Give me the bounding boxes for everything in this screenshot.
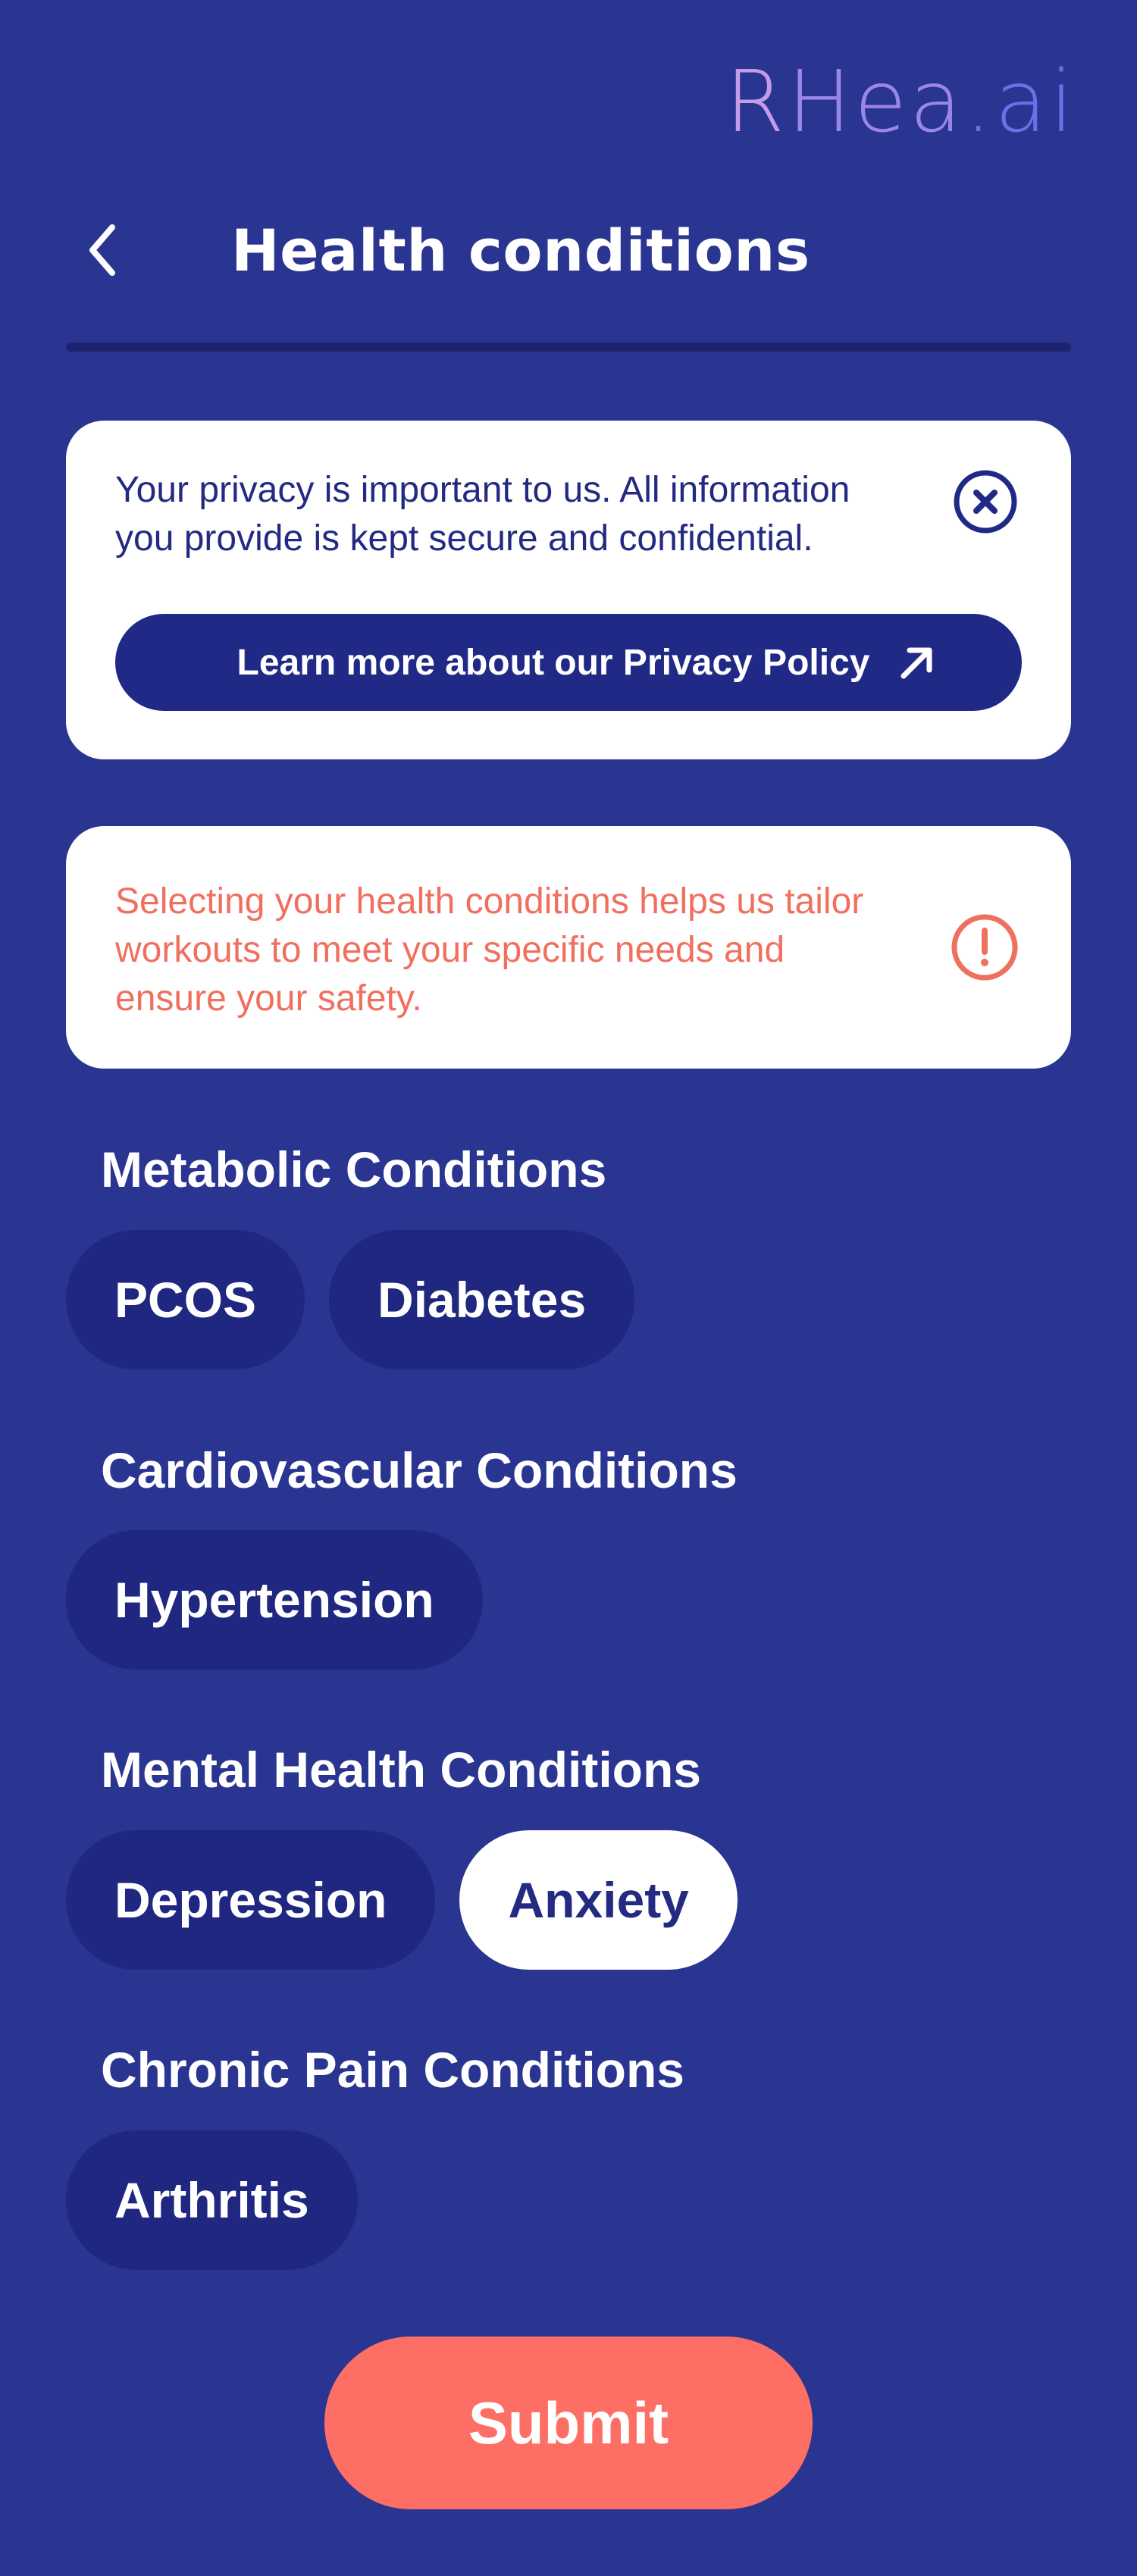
privacy-policy-button[interactable]: Learn more about our Privacy Policy	[115, 614, 1022, 711]
info-notice-text: Selecting your health conditions helps u…	[115, 881, 864, 1019]
chip-row-mental-health: Depression Anxiety	[66, 1830, 738, 1970]
arrow-up-right-icon	[901, 647, 932, 679]
back-button[interactable]	[76, 212, 130, 288]
chip-row-cardiovascular: Hypertension	[66, 1530, 483, 1670]
chip-diabetes[interactable]: Diabetes	[329, 1230, 635, 1369]
chip-hypertension[interactable]: Hypertension	[66, 1530, 483, 1670]
logo-part-1: R	[725, 53, 788, 152]
privacy-notice-card: Your privacy is important to us. All inf…	[66, 421, 1071, 759]
logo-part-3: .ai	[964, 53, 1076, 152]
page-title: Health conditions	[231, 216, 810, 284]
submit-button[interactable]: Submit	[324, 2337, 813, 2509]
chip-depression[interactable]: Depression	[66, 1830, 436, 1970]
rhea-logo: R Hea .ai	[725, 53, 1076, 152]
chip-pcos[interactable]: PCOS	[66, 1230, 305, 1369]
section-title-mental-health: Mental Health Conditions	[101, 1742, 701, 1798]
info-notice-card: Selecting your health conditions helps u…	[66, 826, 1071, 1069]
health-conditions-screen: R Hea .ai Health conditions Your privacy i…	[0, 0, 1137, 2576]
privacy-policy-button-label: Learn more about our Privacy Policy	[236, 642, 870, 683]
chip-anxiety[interactable]: Anxiety	[459, 1830, 738, 1970]
section-title-cardiovascular: Cardiovascular Conditions	[101, 1442, 738, 1498]
logo-part-2: Hea	[787, 53, 965, 152]
chip-arthritis[interactable]: Arthritis	[66, 2130, 358, 2270]
alert-circle-icon	[951, 914, 1018, 981]
chip-row-chronic-pain: Arthritis	[66, 2130, 358, 2270]
header-divider	[66, 343, 1071, 352]
section-title-chronic-pain: Chronic Pain Conditions	[101, 2042, 684, 2098]
privacy-notice-text: Your privacy is important to us. All inf…	[115, 470, 850, 559]
close-circle-icon[interactable]	[951, 468, 1020, 536]
chevron-left-icon	[89, 224, 115, 276]
section-title-metabolic: Metabolic Conditions	[101, 1141, 607, 1197]
chip-row-metabolic: PCOS Diabetes	[66, 1230, 635, 1369]
